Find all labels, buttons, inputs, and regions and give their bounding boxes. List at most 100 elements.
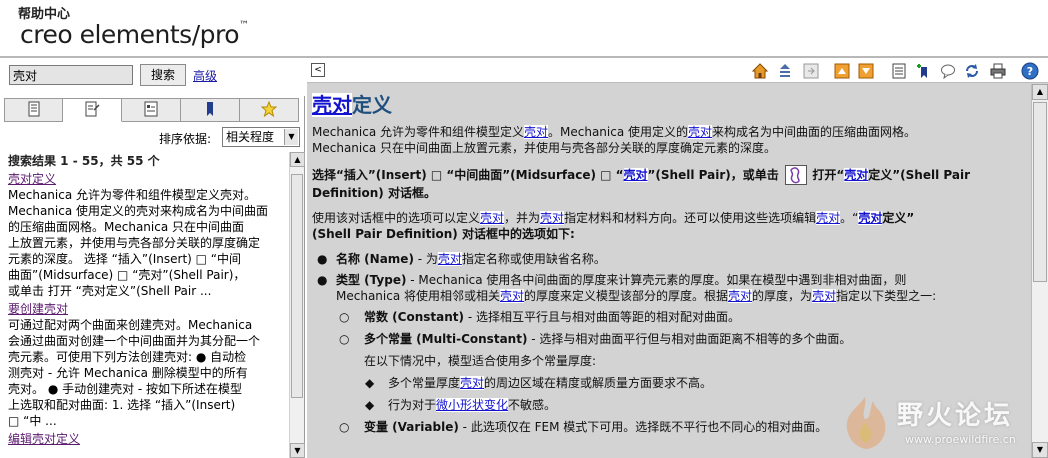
- app-header: 帮助中心 creo elements/pro™: [0, 0, 1048, 58]
- result-snippet: Mechanica 允许为零件和组件模型定义壳对。 Mechanica 使用定义…: [8, 187, 291, 299]
- snippet-line: 可通过配对两个曲面来创建壳对。Mechanica: [8, 318, 253, 332]
- bookmark-icon: [202, 101, 218, 120]
- term-highlight: 壳对: [816, 211, 841, 225]
- navigation-pane: 搜索 高级 排序依据:: [0, 60, 305, 458]
- contents-icon: [26, 101, 42, 120]
- refresh-icon[interactable]: [963, 62, 981, 80]
- sync-toc-icon[interactable]: [776, 62, 794, 80]
- add-bookmark-icon[interactable]: [914, 62, 932, 80]
- sort-row: 排序依据: 相关程度 ▼: [0, 126, 305, 150]
- comment-icon[interactable]: [939, 62, 957, 80]
- type-constant: ○ 常数 (Constant) - 选择相互平行且与相对曲面等距的相对配对曲面。: [339, 310, 740, 324]
- collapse-left-icon[interactable]: <: [311, 63, 325, 77]
- scroll-down-arrow-icon[interactable]: ▼: [290, 443, 305, 458]
- search-tab-icon: [84, 101, 100, 120]
- tab-index[interactable]: [122, 98, 181, 122]
- small-shape-change-link[interactable]: 微小形状变化: [436, 398, 509, 412]
- tab-contents[interactable]: [4, 98, 63, 122]
- creo-logo: creo elements/pro™: [20, 20, 249, 49]
- term-highlight: 壳对: [524, 125, 549, 139]
- shell-pair-tool-icon[interactable]: [784, 165, 807, 185]
- prev-topic-icon[interactable]: [833, 62, 851, 80]
- topic-toolbar: < ?: [307, 60, 1048, 83]
- topic-title: 壳对定义: [312, 92, 1031, 118]
- multi-constant-case: ◆ 多个常量厚度壳对的周边区域在精度或解质量方面要求不高。: [365, 376, 713, 390]
- home-icon[interactable]: [751, 62, 769, 80]
- term-highlight: 壳对: [437, 252, 462, 266]
- result-snippet: 可通过配对两个曲面来创建壳对。Mechanica 会通过曲面对创建一个中间曲面并…: [8, 317, 291, 429]
- term-highlight: 壳对: [728, 289, 753, 303]
- snippet-line: 会通过曲面对创建一个中间曲面并为其分配一个: [8, 334, 261, 348]
- search-results: 搜索结果 1 - 55，共 55 个 壳对定义 Mechanica 允许为零件和…: [4, 152, 291, 458]
- results-scrollbar[interactable]: ▲ ▼: [289, 152, 305, 458]
- term-highlight: 壳对: [540, 211, 565, 225]
- term-highlight: 壳对: [460, 376, 485, 390]
- type-multi-constant: ○ 多个常量 (Multi-Constant) - 选择与相对曲面平行但与相对曲面…: [339, 332, 852, 346]
- result-item: 壳对定义 Mechanica 允许为零件和组件模型定义壳对。 Mechanica…: [4, 169, 291, 299]
- tab-bookmarks[interactable]: [181, 98, 240, 122]
- search-input[interactable]: [9, 65, 133, 85]
- term-highlight: 壳对: [812, 289, 837, 303]
- term-highlight: 壳对: [688, 125, 713, 139]
- result-title-link[interactable]: 要创建壳对: [8, 301, 68, 317]
- result-title-rest: 要创建: [8, 302, 45, 316]
- print-topic-icon[interactable]: [890, 62, 908, 80]
- scroll-up-arrow-icon[interactable]: ▲: [290, 152, 305, 167]
- type-variable: ○ 变量 (Variable) - 此选项仅在 FEM 模式下可用。选择既不平行也…: [339, 420, 828, 434]
- term-highlight: 壳对: [844, 168, 869, 182]
- search-button[interactable]: 搜索: [140, 64, 186, 86]
- term-highlight: 壳对: [858, 211, 883, 225]
- sort-label: 排序依据:: [159, 132, 212, 146]
- result-item: 编辑壳对定义: [4, 429, 291, 447]
- option-type: ● 类型 (Type) - Mechanica 使用各中间曲面的厚度来计算壳元素的…: [317, 273, 937, 303]
- snippet-line: □ “中 ...: [8, 414, 57, 428]
- result-title-link[interactable]: 编辑壳对定义: [8, 431, 80, 447]
- nav-tabs: [4, 98, 301, 122]
- result-title-link[interactable]: 壳对定义: [8, 171, 56, 187]
- results-header: 搜索结果 1 - 55，共 55 个: [8, 154, 160, 168]
- tab-search[interactable]: [63, 98, 122, 122]
- index-icon: [143, 101, 159, 120]
- snippet-line: 曲面”(Midsurface) □ “壳对”(Shell Pair)，: [8, 268, 246, 282]
- topic-scrollbar[interactable]: ▲ ▼: [1031, 84, 1048, 458]
- help-icon[interactable]: ?: [1021, 62, 1039, 80]
- snippet-line: 上放置元素，并使用与壳各部分关联的厚度确定: [8, 236, 261, 250]
- snippet-line: 壳元素。可使用下列方法创建壳对: ● 自动检: [8, 350, 247, 364]
- logo-trademark: ™: [239, 20, 249, 31]
- insert-instruction: 选择“插入”(Insert) □ “中间曲面”(Midsurface) □ “壳…: [312, 165, 1031, 201]
- title-rest: 定义: [352, 93, 392, 117]
- snippet-line: 上选取和配对曲面: 1. 选择 “插入”(Insert): [8, 398, 236, 412]
- term-highlight: 壳对: [500, 289, 525, 303]
- scrollbar-thumb[interactable]: [291, 174, 303, 398]
- scrollbar-thumb[interactable]: [1033, 102, 1047, 282]
- snippet-line: 或单击 打开 “壳对定义”(Shell Pair ...: [8, 284, 212, 298]
- logo-text: creo elements/pro: [20, 20, 240, 49]
- intro-paragraph: Mechanica 允许为零件和组件模型定义壳对。Mechanica 使用定义的…: [312, 125, 917, 155]
- options-intro: 使用该对话框中的选项可以定义壳对，并为壳对指定材料和材料方向。还可以使用这些选项…: [312, 211, 915, 241]
- svg-text:?: ?: [1027, 65, 1033, 78]
- next-page-icon[interactable]: [802, 62, 820, 80]
- topic-pane: < ? 壳对定义 Mechanica 允许为零件和组件模型定义壳对。Mechan…: [307, 60, 1048, 458]
- term-highlight: 壳对: [623, 168, 648, 182]
- scroll-down-arrow-icon[interactable]: ▼: [1032, 442, 1048, 458]
- option-name: ● 名称 (Name) - 为壳对指定名称或使用缺省名称。: [317, 252, 606, 266]
- snippet-line: 测壳对 - 允许 Mechanica 删除模型中的所有: [8, 366, 248, 380]
- result-title-highlight: 壳对定义: [32, 432, 81, 446]
- result-title-rest: 定义: [32, 172, 57, 186]
- tab-favorites[interactable]: [240, 98, 299, 122]
- title-highlight: 壳对: [312, 93, 352, 117]
- sort-select[interactable]: 相关程度 ▼: [222, 127, 300, 147]
- multi-constant-case: ◆ 行为对于微小形状变化不敏感。: [365, 398, 557, 412]
- advanced-search-link[interactable]: 高级: [193, 67, 217, 84]
- snippet-line: 的压缩曲面网格。Mechanica 只在中间曲面: [8, 220, 244, 234]
- result-title-rest: 编辑: [8, 432, 33, 446]
- snippet-line: Mechanica 允许为零件和组件模型定义壳对。: [8, 188, 256, 202]
- snippet-line: 元素的深度。 选择 “插入”(Insert) □ “中间: [8, 252, 242, 266]
- snippet-line: Mechanica 使用定义的壳对来构成名为中间曲面: [8, 204, 268, 218]
- next-topic-icon[interactable]: [857, 62, 875, 80]
- favorites-star-icon: [260, 100, 278, 120]
- scroll-up-arrow-icon[interactable]: ▲: [1032, 84, 1048, 100]
- print-icon[interactable]: [989, 62, 1007, 80]
- sort-value: 相关程度: [226, 130, 275, 144]
- result-title-highlight: 壳对: [44, 302, 69, 316]
